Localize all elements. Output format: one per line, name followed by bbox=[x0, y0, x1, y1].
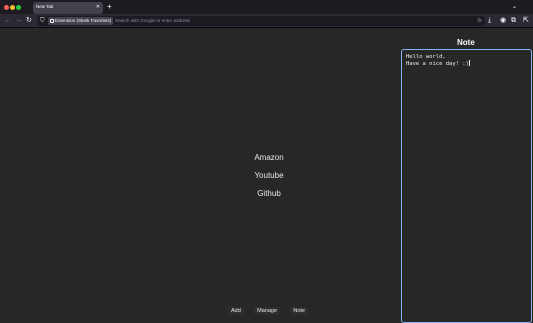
arrow-right-icon[interactable]: → bbox=[15, 16, 22, 26]
puzzle-icon bbox=[50, 18, 54, 23]
page-content: Amazon Youtube Github Note Hello world, … bbox=[0, 28, 533, 323]
share-icon[interactable]: ⇱ bbox=[523, 16, 529, 26]
tab-title: New Tab bbox=[36, 4, 54, 9]
extension-identity-button[interactable]: Extension (Sleek Favorites) bbox=[48, 17, 114, 25]
note-title: Note bbox=[457, 38, 475, 47]
star-icon[interactable]: ☆ bbox=[477, 16, 482, 26]
favorite-link-youtube[interactable]: Youtube bbox=[229, 171, 309, 189]
note-text: Hello world, Have a nice day! :) bbox=[406, 54, 469, 67]
text-cursor bbox=[468, 60, 470, 66]
navigation-bar: ← → ↻ ⛉ Extension (Sleek Favorites) Sear… bbox=[0, 14, 533, 28]
add-button[interactable]: Add bbox=[228, 307, 244, 315]
favorite-link-amazon[interactable]: Amazon bbox=[229, 153, 309, 171]
manage-button[interactable]: Manage bbox=[254, 307, 281, 315]
download-icon[interactable]: ⤓ bbox=[488, 16, 491, 26]
close-icon[interactable]: ✕ bbox=[96, 4, 100, 10]
address-input[interactable]: Search with Google or enter address bbox=[115, 16, 190, 26]
shield-icon[interactable]: ⛉ bbox=[40, 17, 45, 25]
account-icon[interactable]: ◉ bbox=[500, 16, 506, 26]
window-maximize-button[interactable] bbox=[16, 5, 21, 10]
tab-strip: New Tab ✕ + ⌄ bbox=[0, 0, 533, 14]
window-minimize-button[interactable] bbox=[10, 5, 15, 10]
note-button[interactable]: Note bbox=[290, 307, 308, 315]
tab-new-tab[interactable]: New Tab ✕ bbox=[33, 2, 103, 14]
favorites-list: Amazon Youtube Github bbox=[229, 153, 309, 207]
plus-icon[interactable]: + bbox=[107, 2, 112, 12]
chevron-down-icon[interactable]: ⌄ bbox=[512, 3, 517, 10]
window-close-button[interactable] bbox=[4, 5, 9, 10]
address-bar[interactable]: ⛉ Extension (Sleek Favorites) Search wit… bbox=[37, 16, 485, 26]
identity-label: Extension (Sleek Favorites) bbox=[55, 18, 112, 23]
note-textarea[interactable]: Hello world, Have a nice day! :) bbox=[401, 49, 532, 323]
reload-icon[interactable]: ↻ bbox=[26, 16, 32, 26]
extensions-icon[interactable]: ⧉ bbox=[511, 16, 516, 26]
favorite-link-github[interactable]: Github bbox=[229, 189, 309, 207]
bottom-toolbar: Add Manage Note bbox=[228, 307, 308, 315]
arrow-left-icon[interactable]: ← bbox=[4, 16, 11, 26]
